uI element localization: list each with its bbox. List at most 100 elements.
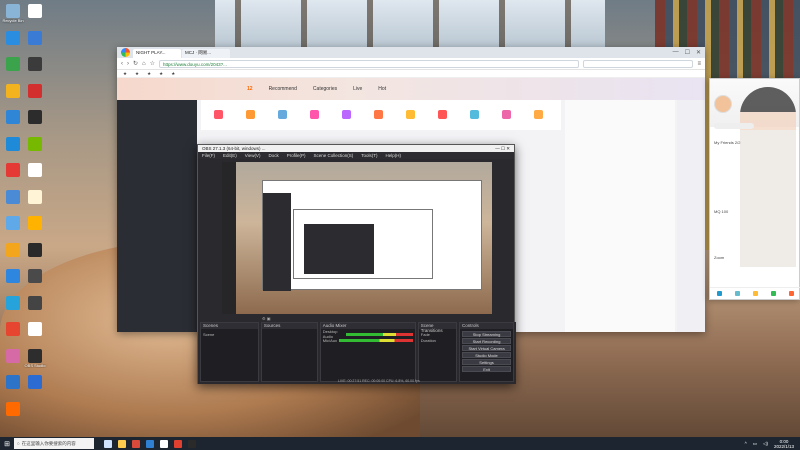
list-item[interactable] bbox=[714, 241, 798, 253]
sidebar-item[interactable] bbox=[123, 269, 191, 280]
obs-menu-item[interactable]: Edit(E) bbox=[223, 153, 237, 158]
sidebar-item[interactable] bbox=[123, 225, 191, 236]
back-icon[interactable]: ‹ bbox=[121, 61, 123, 67]
sidebar-item[interactable] bbox=[123, 148, 191, 159]
browser-tab-2[interactable]: MCJ · 网易... bbox=[182, 49, 230, 58]
toolbar-item[interactable] bbox=[239, 110, 261, 120]
toolbar-item[interactable] bbox=[431, 110, 453, 120]
volume-icon[interactable]: ◁) bbox=[763, 441, 768, 447]
desktop-icon-b-1[interactable] bbox=[24, 4, 46, 19]
start-button[interactable]: ⊞ bbox=[0, 437, 14, 450]
list-item[interactable] bbox=[714, 183, 798, 195]
desktop-icon-a-4[interactable] bbox=[2, 83, 24, 99]
banner-item-3[interactable]: Live bbox=[353, 86, 362, 92]
taskbar-app-icon[interactable] bbox=[132, 439, 140, 448]
avatar[interactable] bbox=[714, 95, 732, 113]
banner-item-1[interactable]: Recommend bbox=[269, 86, 297, 92]
obs-menu-item[interactable]: Help(H) bbox=[386, 153, 402, 158]
obs-menu-item[interactable]: Tools(T) bbox=[361, 153, 377, 158]
toolbar-item[interactable] bbox=[495, 110, 517, 120]
obs-window[interactable]: OBS 27.1.3 (64-bit, windows) ... — ☐ ✕ F… bbox=[197, 144, 516, 384]
desktop-icon-a-3[interactable] bbox=[2, 57, 24, 72]
list-item[interactable] bbox=[714, 218, 798, 230]
menu-icon[interactable]: ≡ bbox=[697, 61, 701, 67]
sidebar-item[interactable] bbox=[123, 115, 191, 126]
obs-dock-row[interactable]: Duration bbox=[421, 337, 454, 343]
desktop-icon-a-9[interactable] bbox=[2, 216, 24, 231]
obs-control-button[interactable]: Exit bbox=[462, 366, 511, 372]
desktop-icon-b-8[interactable] bbox=[24, 189, 46, 205]
list-item[interactable] bbox=[714, 229, 798, 241]
desktop-icon-b-13[interactable] bbox=[24, 322, 46, 337]
toolbar-item[interactable] bbox=[335, 110, 357, 120]
banner-item-4[interactable]: Hot bbox=[378, 86, 386, 92]
refresh-icon[interactable]: ↻ bbox=[133, 60, 138, 67]
toolbar-item[interactable] bbox=[271, 110, 293, 120]
desktop-icon-b-6[interactable] bbox=[24, 136, 46, 152]
sidebar-item[interactable] bbox=[123, 126, 191, 137]
taskbar-app-icon[interactable] bbox=[104, 439, 112, 448]
desktop-icon-a-15[interactable] bbox=[2, 375, 24, 390]
list-item[interactable] bbox=[714, 195, 798, 207]
sidebar-item[interactable] bbox=[123, 170, 191, 181]
taskbar-app-icon[interactable] bbox=[160, 439, 168, 448]
browser-tab-1[interactable]: NIGHT PLAY... bbox=[133, 49, 181, 58]
sidebar-item[interactable] bbox=[123, 137, 191, 148]
desktop-icon-b-14[interactable]: OBS Studio bbox=[24, 348, 46, 369]
taskbar-search[interactable]: ○ 在这里输入你要搜索的内容 bbox=[14, 438, 94, 449]
sidebar-item[interactable] bbox=[123, 181, 191, 192]
forward-icon[interactable]: › bbox=[127, 61, 129, 67]
sidebar-item[interactable] bbox=[123, 247, 191, 258]
qq-game-icon[interactable] bbox=[771, 291, 777, 296]
obs-menu-item[interactable]: Dock bbox=[268, 153, 278, 158]
desktop-icon-b-12[interactable] bbox=[24, 295, 46, 311]
desktop-icon-a-8[interactable] bbox=[2, 189, 24, 205]
desktop-icon-b-5[interactable] bbox=[24, 110, 46, 125]
taskbar-app-icon[interactable] bbox=[188, 439, 196, 448]
network-icon[interactable]: ▭ bbox=[753, 441, 757, 447]
obs-control-button[interactable]: Stop Streaming bbox=[462, 331, 511, 337]
sidebar-item[interactable] bbox=[123, 236, 191, 247]
qq-search-input[interactable] bbox=[714, 123, 754, 129]
obs-dock-row[interactable]: Mic/Aux bbox=[323, 337, 413, 343]
obs-dock-row[interactable] bbox=[264, 355, 315, 361]
desktop-icon-a-5[interactable] bbox=[2, 110, 24, 125]
qq-file-icon[interactable] bbox=[752, 291, 758, 296]
obs-menu-item[interactable]: File(F) bbox=[202, 153, 215, 158]
browser-search-box[interactable] bbox=[583, 59, 694, 68]
desktop-icon-b-2[interactable] bbox=[24, 30, 46, 46]
sidebar-item[interactable] bbox=[123, 159, 191, 170]
qq-panel[interactable]: My Friends 2/2 MQ 100 Zoom bbox=[709, 78, 800, 300]
obs-control-button[interactable]: Start Recording bbox=[462, 338, 511, 344]
sidebar-item[interactable] bbox=[123, 280, 191, 291]
bookmark-4[interactable]: ★ bbox=[159, 71, 163, 77]
desktop-icon-a-10[interactable] bbox=[2, 242, 24, 258]
close-icon[interactable]: ✕ bbox=[696, 49, 701, 56]
sidebar-item[interactable] bbox=[123, 258, 191, 269]
obs-menu-item[interactable]: Profile(P) bbox=[287, 153, 306, 158]
sidebar-item[interactable] bbox=[123, 203, 191, 214]
star-icon[interactable]: ☆ bbox=[150, 60, 155, 67]
minimize-icon[interactable]: — bbox=[673, 49, 679, 56]
sidebar-item[interactable] bbox=[123, 214, 191, 225]
desktop-icon-b-7[interactable] bbox=[24, 163, 46, 178]
desktop-icon-a-14[interactable] bbox=[2, 348, 24, 364]
bookmark-5[interactable]: ★ bbox=[171, 71, 175, 77]
toolbar-item[interactable] bbox=[527, 110, 549, 120]
bookmark-2[interactable]: ★ bbox=[135, 71, 139, 77]
toolbar-item[interactable] bbox=[367, 110, 389, 120]
home-icon[interactable]: ⌂ bbox=[142, 61, 146, 67]
desktop-icon-b-15[interactable] bbox=[24, 375, 46, 390]
qq-app-icon[interactable] bbox=[734, 291, 740, 296]
qq-menu-icon[interactable] bbox=[716, 291, 722, 296]
toolbar-item[interactable] bbox=[303, 110, 325, 120]
bookmark-1[interactable]: ★ bbox=[123, 71, 127, 77]
list-item[interactable]: MQ 100 bbox=[714, 206, 798, 218]
desktop-icon-a-6[interactable] bbox=[2, 136, 24, 152]
tray-arrow-icon[interactable]: ^ bbox=[745, 441, 747, 446]
sidebar-item[interactable] bbox=[123, 104, 191, 115]
desktop-icon-a-11[interactable] bbox=[2, 269, 24, 284]
desktop-icon-b-10[interactable] bbox=[24, 242, 46, 258]
desktop-icon-a-1[interactable]: Recycle Bin bbox=[2, 4, 24, 24]
obs-control-button[interactable]: Start Virtual Camera bbox=[462, 345, 511, 351]
